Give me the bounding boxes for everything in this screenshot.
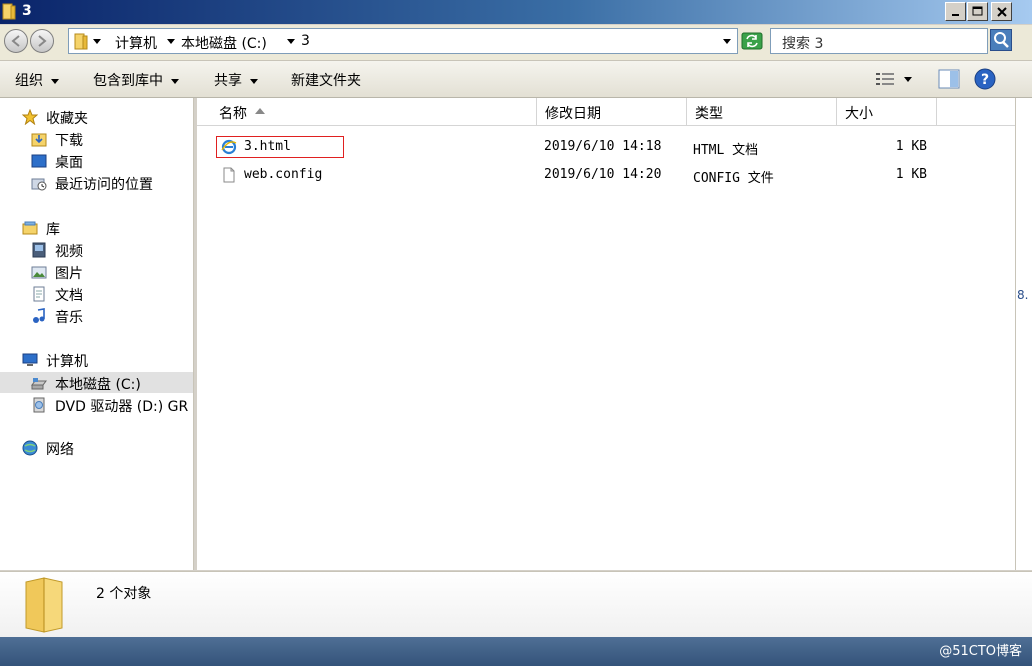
breadcrumb-folder[interactable]: 3 <box>301 33 310 49</box>
chevron-down-icon <box>51 78 59 84</box>
item-count: 2 个对象 <box>96 586 152 602</box>
address-bar[interactable]: 计算机 本地磁盘 (C:) 3 <box>68 28 738 54</box>
breadcrumb-computer[interactable]: 计算机 <box>115 33 157 53</box>
column-modified[interactable]: 修改日期 <box>537 98 687 125</box>
forward-button[interactable] <box>30 29 54 53</box>
desktop-icon <box>31 154 47 168</box>
column-name[interactable]: 名称 <box>197 98 537 125</box>
sort-ascending-icon <box>255 108 265 114</box>
nav-local-disk-label: 本地磁盘 (C:) <box>55 377 141 393</box>
close-button[interactable] <box>991 2 1012 21</box>
help-icon[interactable]: ? <box>974 68 996 90</box>
nav-music-label: 音乐 <box>55 310 83 326</box>
include-library-label: 包含到库中 <box>93 73 163 89</box>
background-text-fragment: 8. <box>1017 288 1029 302</box>
pictures-icon <box>31 266 47 279</box>
music-icon <box>33 308 45 323</box>
library-icon <box>22 221 38 235</box>
background-window-edge: 8. <box>1015 98 1032 570</box>
chevron-down-icon <box>250 78 258 84</box>
folder-icon <box>25 577 63 633</box>
maximize-icon <box>972 6 983 16</box>
view-list-icon[interactable] <box>875 71 895 87</box>
column-size-label: 大小 <box>845 106 873 122</box>
navigation-pane: 收藏夹 下载 桌面 最近访问的位置 库 视频 图片 文档 音乐 计算机 本地磁盘… <box>0 98 194 570</box>
star-icon <box>22 109 38 125</box>
taskbar: @51CTO博客 <box>0 637 1032 666</box>
column-type[interactable]: 类型 <box>687 98 837 125</box>
file-name: web.config <box>244 167 323 182</box>
network-icon <box>22 440 38 456</box>
window-title: 3 <box>22 3 32 19</box>
breadcrumb-local-disk[interactable]: 本地磁盘 (C:) <box>181 33 267 53</box>
back-button[interactable] <box>4 29 28 53</box>
file-size: 1 KB <box>895 139 927 154</box>
column-name-label: 名称 <box>219 106 247 122</box>
hard-drive-icon <box>31 378 47 390</box>
file-list: 名称 修改日期 类型 大小 3.html 2019/6/10 14:18 HTM… <box>197 98 1015 570</box>
minimize-button[interactable] <box>945 2 966 21</box>
search-button[interactable] <box>990 29 1012 51</box>
refresh-icon[interactable] <box>741 30 763 52</box>
file-row[interactable]: web.config 2019/6/10 14:20 CONFIG 文件 1 K… <box>197 164 1015 186</box>
minimize-icon <box>951 13 959 16</box>
nav-videos-label: 视频 <box>55 244 83 260</box>
chevron-down-icon[interactable] <box>93 39 101 44</box>
address-history-dropdown[interactable] <box>723 39 731 44</box>
include-library-button[interactable]: 包含到库中 <box>93 70 179 90</box>
nav-recent-label: 最近访问的位置 <box>55 177 153 193</box>
command-bar: 组织 包含到库中 共享 新建文件夹 ? <box>0 61 1032 98</box>
new-folder-button[interactable]: 新建文件夹 <box>291 70 361 90</box>
address-row: 计算机 本地磁盘 (C:) 3 搜索 3 <box>0 25 1032 61</box>
blank-file-icon <box>223 167 235 183</box>
chevron-down-icon[interactable] <box>287 39 295 44</box>
svg-text:?: ? <box>981 72 989 88</box>
arrow-right-icon <box>38 35 47 47</box>
details-pane: 2 个对象 <box>0 571 1032 638</box>
nav-documents-label: 文档 <box>55 288 83 304</box>
file-type: CONFIG 文件 <box>693 171 774 186</box>
file-modified: 2019/6/10 14:20 <box>544 167 662 182</box>
view-dropdown[interactable] <box>904 77 912 82</box>
column-modified-label: 修改日期 <box>545 106 601 122</box>
search-icon <box>994 32 1009 48</box>
search-input[interactable]: 搜索 3 <box>770 28 988 54</box>
column-size[interactable]: 大小 <box>837 98 937 125</box>
arrow-left-icon <box>11 35 20 47</box>
nav-network-label: 网络 <box>46 442 74 458</box>
video-icon <box>32 242 46 258</box>
share-label: 共享 <box>214 73 242 89</box>
organize-button[interactable]: 组织 <box>15 70 59 90</box>
highlight-box <box>216 136 344 158</box>
download-folder-icon <box>31 133 47 147</box>
dvd-drive-icon <box>33 397 45 413</box>
folder-icon <box>2 3 16 20</box>
nav-computer-label: 计算机 <box>46 354 88 370</box>
search-placeholder: 搜索 3 <box>782 36 824 52</box>
chevron-down-icon[interactable] <box>167 39 175 44</box>
column-header-row: 名称 修改日期 类型 大小 <box>197 98 1015 126</box>
nav-desktop-label: 桌面 <box>55 155 83 171</box>
nav-dvd-drive-label: DVD 驱动器 (D:) GR <box>55 399 189 415</box>
nav-favorites-label: 收藏夹 <box>46 111 88 127</box>
file-modified: 2019/6/10 14:18 <box>544 139 662 154</box>
watermark-text: @51CTO博客 <box>939 644 1022 659</box>
folder-icon <box>74 33 88 50</box>
preview-pane-icon[interactable] <box>938 69 960 89</box>
nav-libraries-label: 库 <box>46 222 60 238</box>
share-button[interactable]: 共享 <box>214 70 258 90</box>
organize-label: 组织 <box>15 73 43 89</box>
column-type-label: 类型 <box>695 106 723 122</box>
file-size: 1 KB <box>895 167 927 182</box>
chevron-down-icon <box>171 78 179 84</box>
nav-pictures-label: 图片 <box>55 266 83 282</box>
title-bar: 3 <box>0 0 1032 24</box>
file-type: HTML 文档 <box>693 143 759 158</box>
maximize-button[interactable] <box>967 2 988 21</box>
nav-downloads-label: 下载 <box>55 133 83 149</box>
computer-icon <box>22 353 38 366</box>
documents-icon <box>33 286 45 302</box>
recent-places-icon <box>31 178 47 191</box>
close-icon <box>996 6 1007 17</box>
